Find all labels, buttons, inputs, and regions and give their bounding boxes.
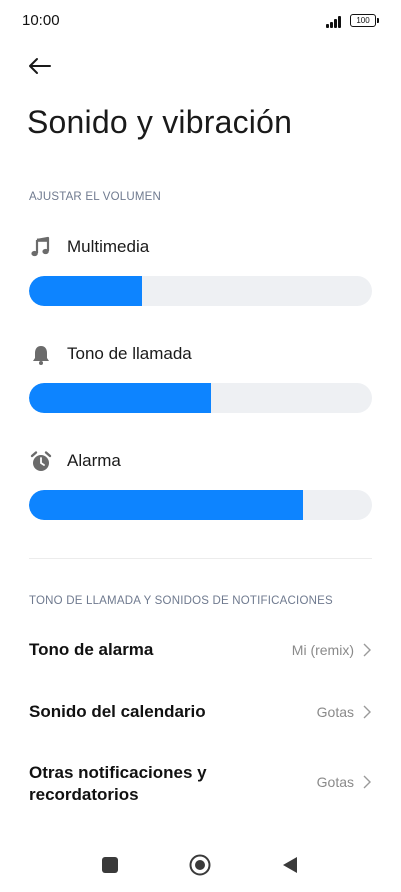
setting-value-alarm-tone: Mi (remix): [291, 642, 354, 658]
chevron-right-icon: [363, 775, 371, 789]
chevron-right-icon: [363, 705, 371, 719]
status-time: 10:00: [22, 12, 60, 29]
volume-label-ringtone: Tono de llamada: [67, 344, 192, 363]
setting-label-alarm-tone: Tono de alarma: [29, 640, 154, 659]
home-button[interactable]: [189, 854, 211, 876]
slider-fill: [29, 490, 304, 520]
setting-label-line1: Otras notificaciones y: [29, 763, 207, 782]
alarm-clock-icon: [30, 451, 52, 471]
navigation-bar: [0, 840, 401, 892]
section-header-volume: AJUSTAR EL VOLUMEN: [29, 191, 162, 203]
chevron-right-icon: [363, 643, 371, 657]
setting-label-calendar-sound: Sonido del calendario: [29, 702, 206, 721]
setting-label-other-notifications: Otras notificaciones y recordatorios: [29, 762, 207, 806]
status-bar: 10:00 100: [0, 0, 401, 44]
slider-fill: [29, 276, 143, 306]
battery-icon: 100: [350, 14, 379, 27]
setting-value-calendar-sound: Gotas: [316, 704, 354, 720]
volume-slider-alarm[interactable]: [29, 490, 372, 520]
setting-alarm-tone[interactable]: Tono de alarma Mi (remix): [29, 630, 372, 670]
setting-value-other-notifications: Gotas: [316, 774, 354, 790]
back-nav-button[interactable]: [282, 856, 298, 874]
volume-slider-ringtone[interactable]: [29, 383, 372, 413]
setting-label-line2: recordatorios: [29, 785, 139, 804]
setting-calendar-sound[interactable]: Sonido del calendario Gotas: [29, 692, 372, 732]
slider-fill: [29, 383, 211, 413]
recents-button[interactable]: [102, 857, 118, 873]
volume-label-alarm: Alarma: [67, 451, 121, 470]
music-note-icon: [31, 236, 50, 257]
back-button[interactable]: [26, 52, 58, 82]
divider: [29, 558, 372, 559]
back-arrow-icon: [29, 58, 51, 74]
section-header-ringtones: TONO DE LLAMADA Y SONIDOS DE NOTIFICACIO…: [29, 595, 333, 607]
volume-label-multimedia: Multimedia: [67, 237, 150, 256]
page-title: Sonido y vibración: [27, 104, 293, 140]
signal-icon: [326, 14, 346, 28]
bell-icon: [33, 346, 49, 365]
volume-slider-multimedia[interactable]: [29, 276, 372, 306]
setting-other-notifications[interactable]: Otras notificaciones y recordatorios Got…: [29, 752, 372, 812]
